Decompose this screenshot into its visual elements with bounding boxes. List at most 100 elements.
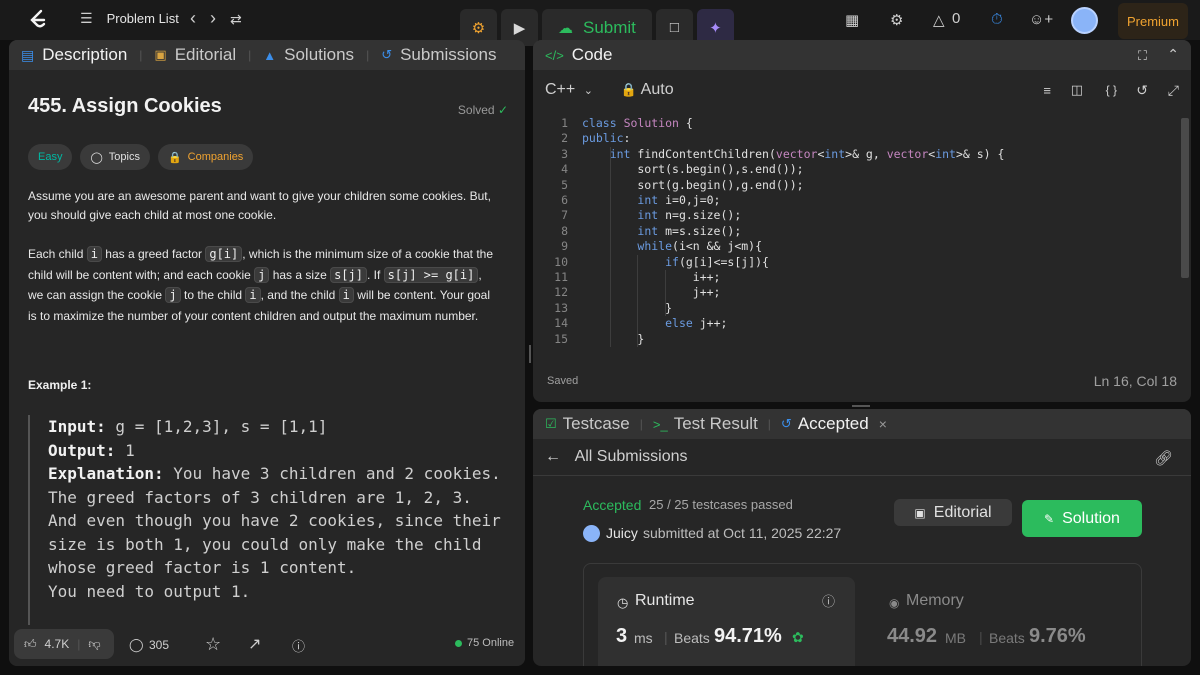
online-count: 75 Online <box>467 637 515 649</box>
problem-list-label: Problem List <box>106 11 179 26</box>
line-number: 2 <box>561 131 568 146</box>
like-dislike-group: 👍︎ 4.7K | 👎︎ <box>14 629 114 659</box>
runtime-value: 3 <box>616 625 628 647</box>
cursor-position: Ln 16, Col 18 <box>1093 373 1177 389</box>
problem-title: 455. Assign Cookies <box>28 95 222 117</box>
avatar[interactable] <box>1071 7 1098 34</box>
editorial-button[interactable]: ▣ Editorial <box>894 499 1012 526</box>
lock-icon: 🔒 <box>620 82 638 97</box>
comment-count: 305 <box>149 638 170 652</box>
star-icon[interactable]: ☆ <box>205 634 221 655</box>
panel-resize-handle[interactable] <box>529 345 531 363</box>
settings-gear-icon[interactable]: ⚙ <box>890 11 903 29</box>
runtime-beats-label: Beats <box>674 630 710 646</box>
bug-icon: ⚙ <box>471 19 486 37</box>
next-problem-icon[interactable]: › <box>210 8 216 29</box>
braces-icon[interactable]: { } <box>1106 83 1117 97</box>
tag-icon: ◯ <box>90 151 103 164</box>
prev-problem-icon[interactable]: ‹ <box>190 8 196 29</box>
result-panel: ☑ Testcase | >_ Test Result | ↺ Accepted… <box>533 409 1191 666</box>
accepted-status: Accepted <box>583 497 642 513</box>
code-line: int n=g.size(); <box>637 208 742 223</box>
line-number: 13 <box>554 300 568 315</box>
reset-icon[interactable]: ↺ <box>1136 82 1148 99</box>
horizontal-resize-handle[interactable] <box>852 405 870 407</box>
code-line: int findContentChildren(vector<int>& g, … <box>609 146 1005 161</box>
line-number: 7 <box>561 208 568 223</box>
info-icon[interactable]: ⓘ <box>822 591 835 610</box>
history-icon: ↺ <box>381 47 393 62</box>
language-select[interactable]: C++ ⌄ <box>545 81 593 99</box>
editor-scrollbar[interactable] <box>1181 118 1189 278</box>
tag-row: Easy ◯ Topics 🔒 Companies <box>28 144 254 170</box>
add-friend-icon[interactable]: ☺+ <box>1029 11 1053 28</box>
memory-icon: ◉ <box>889 596 900 610</box>
tab-submissions[interactable]: Submissions <box>400 45 496 65</box>
code-line: public: <box>582 131 631 146</box>
runtime-label: Runtime <box>635 592 695 609</box>
code-line: j++; <box>582 285 721 300</box>
indent-guide <box>637 254 639 347</box>
thumbs-down-icon[interactable]: 👎︎ <box>88 637 100 652</box>
example-block: Input: g = [1,2,3], s = [1,1] Output: 1 … <box>28 415 503 625</box>
line-number: 9 <box>561 239 568 254</box>
indent-guide <box>609 146 611 347</box>
solution-button[interactable]: ✎ Solution <box>1022 500 1142 537</box>
lock-icon: 🔒 <box>167 151 182 164</box>
all-submissions-link[interactable]: ← All Submissions <box>545 448 688 466</box>
collapse-icon[interactable]: ⌃ <box>1167 46 1179 63</box>
runtime-beats: 94.71% <box>714 625 782 647</box>
clock-icon: ◷ <box>617 595 629 610</box>
problem-list-button[interactable]: ☰ Problem List <box>80 10 179 27</box>
comment-icon[interactable]: ◯ <box>129 637 144 653</box>
leetcode-logo-icon[interactable] <box>26 8 50 32</box>
autocomplete-mode[interactable]: 🔒 Auto <box>621 81 674 99</box>
code-line: class Solution { <box>582 116 693 130</box>
tab-description[interactable]: Description <box>42 45 127 65</box>
line-number: 4 <box>561 162 568 177</box>
code-line: sort(s.begin(),s.end()); <box>582 162 804 177</box>
code-editor[interactable]: 1 class Solution {2 public: 3 int findConte… <box>533 116 1191 350</box>
tab-testcase[interactable]: Testcase <box>563 414 630 434</box>
tab-editorial[interactable]: Editorial <box>175 45 236 65</box>
shuffle-icon[interactable]: ⇄ <box>230 11 242 29</box>
share-icon[interactable]: ↗ <box>248 634 261 654</box>
runtime-card[interactable]: ◷ Runtime ⓘ 3 ms | Beats 94.71% ✿ <box>598 577 855 666</box>
tab-accepted[interactable]: Accepted <box>798 414 869 434</box>
line-number: 12 <box>554 285 568 300</box>
description-tab-icon: ▤ <box>21 46 35 63</box>
code-line: else j++; <box>665 316 728 331</box>
chevron-down-icon: ⌄ <box>583 85 593 97</box>
premium-button[interactable]: Premium <box>1118 3 1188 39</box>
thumbs-up-icon[interactable]: 👍︎ <box>24 637 37 652</box>
description-footer: 👍︎ 4.7K | 👎︎ ◯ 305 ☆ ↗ ⓘ 75 Online <box>9 625 525 666</box>
companies-tag[interactable]: 🔒 Companies <box>157 144 254 170</box>
tab-solutions[interactable]: Solutions <box>284 45 354 65</box>
book-icon: ▣ <box>154 47 167 62</box>
timer-icon[interactable]: ⏱ <box>991 11 1003 28</box>
checkbox-icon: ☑ <box>545 416 557 431</box>
line-number: 8 <box>561 223 568 238</box>
code-i: i <box>86 246 102 262</box>
online-dot-icon <box>455 640 462 647</box>
maximize-icon[interactable]: ⛶ <box>1138 48 1147 64</box>
link-icon[interactable]: 🔗︎ <box>1154 449 1173 467</box>
history-icon: ↺ <box>780 416 792 431</box>
layout-icon[interactable]: ▦ <box>845 11 859 29</box>
bookmark-icon[interactable]: ◫ <box>1071 82 1083 98</box>
code-panel: </> Code ⛶ ⌃ C++ ⌄ 🔒 Auto ≡ ◫ { } ↺ ⤢ 1c… <box>533 40 1191 402</box>
line-number: 6 <box>561 193 568 207</box>
close-icon[interactable]: × <box>879 416 887 432</box>
edit-icon: ✎ <box>1044 511 1055 526</box>
memory-label: Memory <box>906 592 964 609</box>
streak-fire-icon[interactable]: △ <box>933 11 945 29</box>
tab-test-result[interactable]: Test Result <box>674 414 758 434</box>
topics-tag[interactable]: ◯ Topics <box>80 144 150 170</box>
format-icon[interactable]: ≡ <box>1043 83 1051 98</box>
solved-status: Solved ✓ <box>457 103 508 117</box>
sparkle-icon: ✦ <box>709 19 722 37</box>
submitter-name[interactable]: Juicy <box>606 525 638 541</box>
fullscreen-icon[interactable]: ⤢ <box>1168 82 1179 99</box>
help-icon[interactable]: ⓘ <box>292 636 305 655</box>
difficulty-badge[interactable]: Easy <box>28 144 73 170</box>
